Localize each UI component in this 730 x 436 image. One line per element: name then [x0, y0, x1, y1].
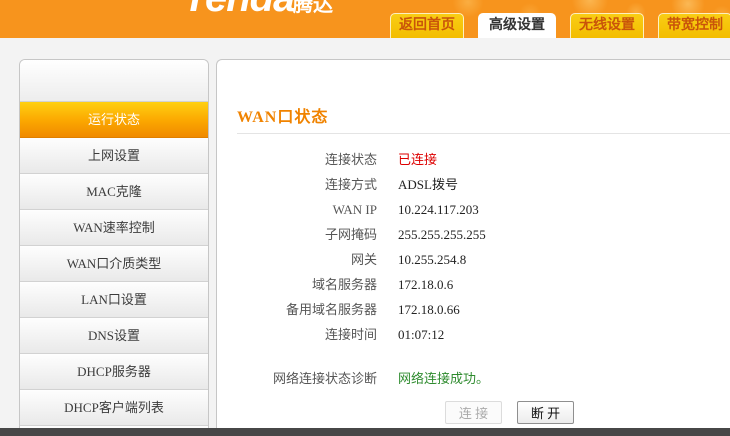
status-row: 子网掩码 255.255.255.255 [217, 222, 730, 247]
row-label: 子网掩码 [324, 227, 377, 242]
row-label: 网络连接状态诊断 [272, 371, 377, 386]
disconnect-button[interactable]: 断 开 [517, 401, 574, 424]
sidebar-item[interactable]: WAN口介质类型 [20, 246, 208, 282]
row-label: 备用域名服务器 [285, 302, 377, 317]
row-label: 连接方式 [324, 177, 377, 192]
row-label: 连接时间 [324, 327, 377, 342]
sidebar-item[interactable]: LAN口设置 [20, 282, 208, 318]
status-row: 域名服务器 172.18.0.6 [217, 272, 730, 297]
row-value: 255.255.255.255 [398, 227, 486, 242]
row-value: 01:07:12 [398, 327, 445, 342]
sidebar-item[interactable]: DNS设置 [20, 318, 208, 354]
status-rows: 连接状态 已连接 连接方式 ADSL拨号 WAN IP 10.224.117.2… [217, 147, 730, 391]
wan-status-panel: WAN口状态 连接状态 已连接 连接方式 ADSL拨号 WAN IP 10.22… [216, 59, 730, 436]
taskbar-strip [0, 428, 730, 436]
nav-tab[interactable]: 返回首页 [390, 13, 464, 38]
row-value: 172.18.0.66 [398, 302, 460, 317]
status-row: 连接时间 01:07:12 [217, 322, 730, 347]
nav-tab[interactable]: 无线设置 [570, 13, 644, 38]
status-row: 备用域名服务器 172.18.0.66 [217, 297, 730, 322]
action-buttons: 连 接 断 开 [445, 401, 574, 424]
router-admin-page: Tenda 腾达 返回首页 高级设置 无线设置 带宽控制 运行状态 上网设置 M… [0, 0, 730, 436]
nav-tab[interactable]: 高级设置 [478, 13, 556, 38]
sidebar-item[interactable]: DHCP服务器 [20, 354, 208, 390]
row-value: 10.224.117.203 [398, 202, 479, 217]
row-label: 网关 [350, 252, 377, 267]
status-row: WAN IP 10.224.117.203 [217, 197, 730, 222]
row-value: 网络连接成功。 [398, 371, 490, 386]
row-label: 域名服务器 [311, 277, 377, 292]
page-title: WAN口状态 [237, 109, 329, 126]
sidebar-item[interactable]: 上网设置 [20, 138, 208, 174]
nav-tab[interactable]: 带宽控制 [658, 13, 730, 38]
status-row: 网关 10.255.254.8 [217, 247, 730, 272]
tenda-logo: Tenda [183, 0, 295, 21]
row-value: 172.18.0.6 [398, 277, 454, 292]
sidebar-item[interactable]: WAN速率控制 [20, 210, 208, 246]
row-value: 已连接 [398, 152, 438, 167]
top-nav-tabs: 返回首页 高级设置 无线设置 带宽控制 [390, 13, 730, 38]
row-value: ADSL拨号 [398, 177, 458, 192]
row-label: WAN IP [332, 202, 377, 217]
sidebar-item[interactable]: MAC克隆 [20, 174, 208, 210]
tenda-logo-cn: 腾达 [293, 0, 333, 16]
sidebar-header [20, 60, 208, 102]
title-divider [237, 133, 730, 134]
sidebar-item[interactable]: 运行状态 [20, 102, 208, 138]
sidebar-menu: 运行状态 上网设置 MAC克隆 WAN速率控制 WAN口介质类型 LAN口设置 … [19, 59, 209, 436]
app-header: Tenda 腾达 返回首页 高级设置 无线设置 带宽控制 [0, 0, 730, 38]
status-row: 连接方式 ADSL拨号 [217, 172, 730, 197]
row-value: 10.255.254.8 [398, 252, 467, 267]
status-row: 网络连接状态诊断 网络连接成功。 [217, 366, 730, 391]
sidebar-item[interactable]: DHCP客户端列表 [20, 390, 208, 426]
connect-button: 连 接 [445, 401, 502, 424]
row-label: 连接状态 [324, 152, 377, 167]
status-row: 连接状态 已连接 [217, 147, 730, 172]
